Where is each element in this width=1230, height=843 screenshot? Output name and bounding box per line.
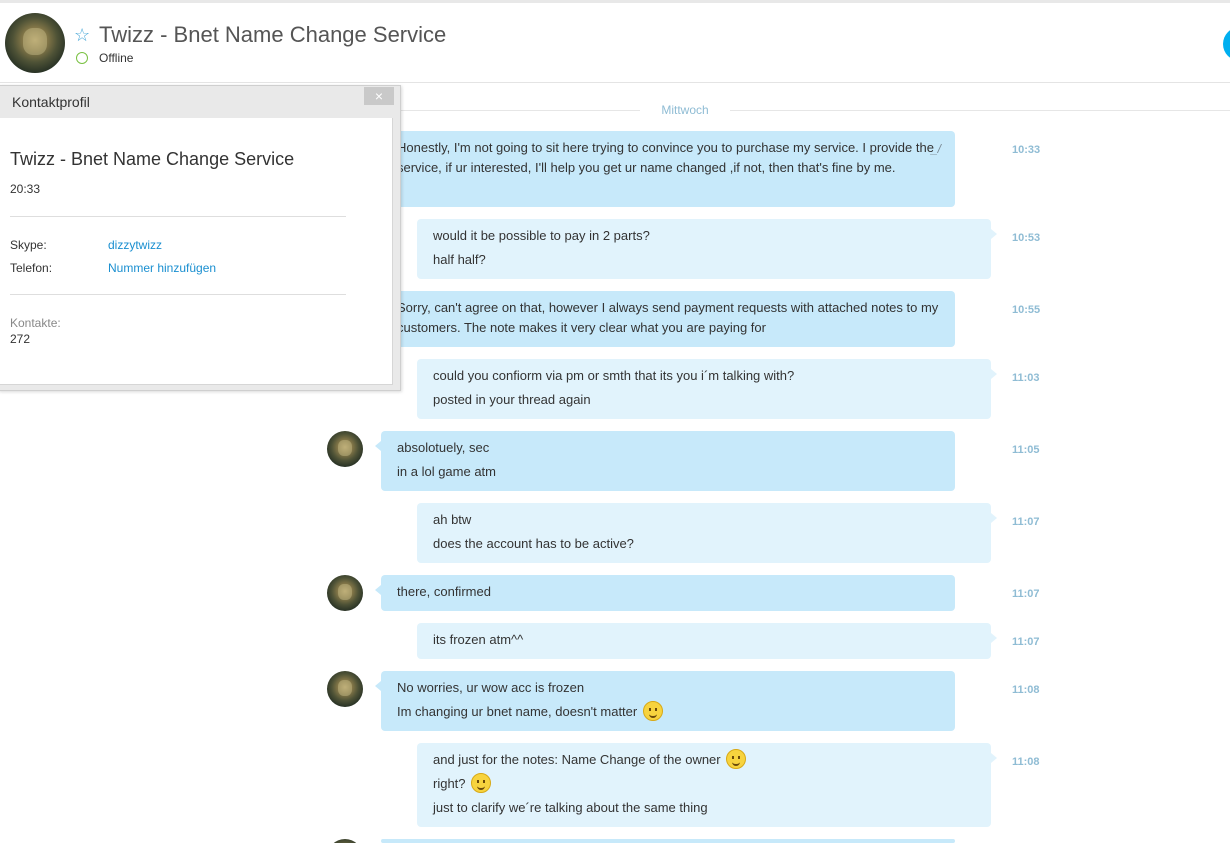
wink-icon	[726, 749, 747, 769]
sender-avatar[interactable]	[327, 575, 363, 611]
message-text: there, confirmed	[397, 584, 491, 599]
message-bubble-outgoing[interactable]: its frozen atm^^	[417, 623, 997, 659]
date-divider	[395, 110, 1230, 111]
message-text: Honestly, I'm not going to sit here tryi…	[397, 140, 934, 175]
message-text: posted in your thread again	[433, 392, 591, 407]
message-time: 11:08	[1012, 684, 1040, 696]
message-bubble-incoming[interactable]: absolotuely, sec in a lol game atm	[375, 431, 955, 491]
sender-avatar[interactable]	[327, 671, 363, 707]
close-button[interactable]: ×	[364, 87, 394, 105]
message-time: 11:07	[1012, 636, 1040, 648]
profile-panel-title: Kontaktprofil	[12, 94, 90, 110]
message-time: 11:08	[1012, 756, 1040, 768]
sender-avatar[interactable]	[327, 431, 363, 467]
message-text: its frozen atm^^	[433, 632, 524, 647]
message-time: 11:07	[1012, 516, 1040, 528]
message-time: 10:55	[1012, 304, 1041, 316]
message-time: 10:53	[1012, 232, 1041, 244]
contact-profile-panel: Kontaktprofil × Twizz - Bnet Name Change…	[0, 85, 401, 391]
message-time: 11:05	[1012, 444, 1040, 456]
call-button[interactable]	[1223, 27, 1230, 61]
message-text: Im changing ur bnet name, doesn't matter	[397, 704, 638, 719]
message-text: in a lol game atm	[397, 464, 496, 479]
message-bubble-outgoing[interactable]: could you confiorm via pm or smth that i…	[417, 359, 997, 419]
skype-label: Skype:	[10, 238, 47, 252]
divider	[10, 294, 346, 295]
star-outline-icon[interactable]: ☆	[74, 25, 90, 45]
date-label: Mittwoch	[640, 102, 730, 118]
message-time: 10:33	[1012, 144, 1041, 156]
contacts-label: Kontakte:	[10, 316, 61, 330]
message-text: just to clarify we´re talking about the …	[433, 800, 708, 815]
contacts-count: 272	[10, 332, 31, 346]
message-text: right?	[433, 776, 466, 791]
message-bubble-incoming[interactable]: No worries, ur wow acc is frozen Im chan…	[375, 671, 955, 731]
message-text: No worries, ur wow acc is frozen	[397, 680, 585, 695]
message-text: half half?	[433, 252, 486, 267]
smiley-icon	[642, 701, 663, 721]
message-time: 11:07	[1012, 588, 1040, 600]
message-text: Sorry, can't agree on that, however I al…	[397, 300, 939, 335]
phone-label: Telefon:	[10, 261, 53, 275]
message-bubble-outgoing[interactable]: ah btw does the account has to be active…	[417, 503, 997, 563]
grin-icon	[471, 773, 492, 793]
profile-local-time: 20:33	[10, 182, 41, 196]
profile-body: Twizz - Bnet Name Change Service 20:33 S…	[0, 118, 393, 385]
message-bubble-outgoing[interactable]: and just for the notes: Name Change of t…	[417, 743, 997, 827]
message-text: would it be possible to pay in 2 parts?	[433, 228, 650, 243]
pencil-icon: _/	[930, 142, 941, 156]
contact-name-title[interactable]: Twizz - Bnet Name Change Service	[99, 21, 446, 49]
message-text: absolotuely, sec	[397, 440, 490, 455]
message-text: could you confiorm via pm or smth that i…	[433, 368, 795, 383]
conversation-header: ☆ Twizz - Bnet Name Change Service Offli…	[0, 3, 1230, 83]
message-bubble-incoming[interactable]: there, confirmed	[375, 575, 955, 611]
message-bubble-incoming[interactable]: Sorry, can't agree on that, however I al…	[375, 291, 955, 347]
message-text: does the account has to be active?	[433, 536, 634, 551]
sender-avatar[interactable]	[327, 839, 363, 843]
skype-name-link[interactable]: dizzytwizz	[108, 238, 162, 252]
message-bubble-outgoing[interactable]: would it be possible to pay in 2 parts? …	[417, 219, 997, 279]
message-bubble-incoming[interactable]	[381, 839, 955, 843]
divider	[10, 216, 346, 217]
offline-status-icon	[76, 52, 88, 64]
add-phone-link[interactable]: Nummer hinzufügen	[108, 261, 216, 275]
message-text: ah btw	[433, 512, 472, 527]
message-text: and just for the notes: Name Change of t…	[433, 752, 721, 767]
message-bubble-incoming[interactable]: Honestly, I'm not going to sit here tryi…	[375, 131, 955, 207]
message-time: 11:03	[1012, 372, 1040, 384]
profile-contact-name: Twizz - Bnet Name Change Service	[10, 149, 295, 169]
contact-avatar[interactable]	[5, 13, 65, 73]
status-text: Offline	[99, 51, 134, 65]
